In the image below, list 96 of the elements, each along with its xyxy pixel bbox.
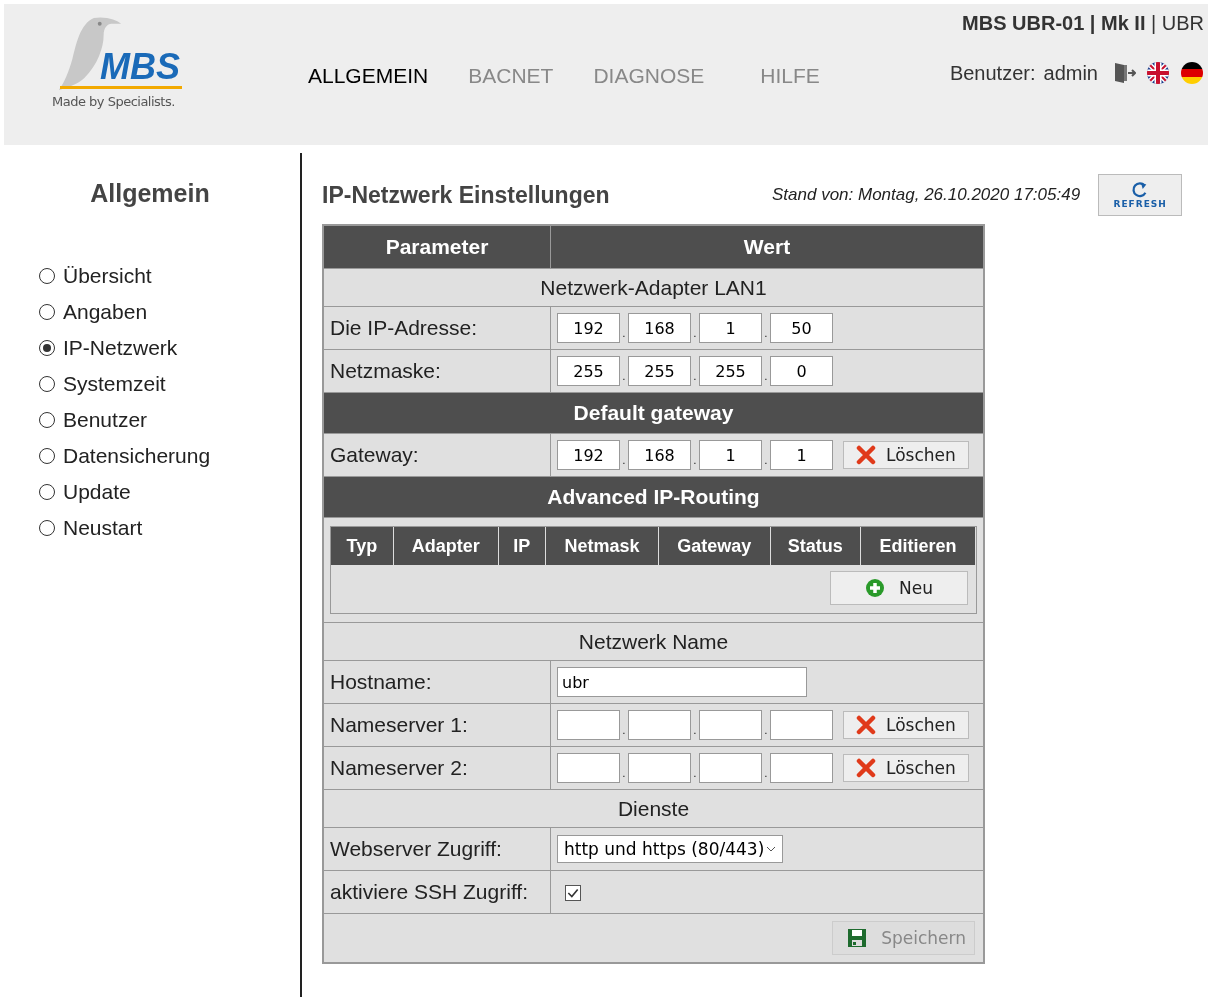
dot-separator: . [692, 328, 698, 339]
sidebar-item-label[interactable]: IP-Netzwerk [63, 336, 178, 360]
checkbox[interactable] [565, 884, 581, 901]
ip-octet-field[interactable]: 255 [699, 356, 762, 386]
radio-button[interactable] [39, 268, 55, 284]
caret-icon [766, 846, 776, 852]
sidebar-item-label[interactable]: Datensicherung [63, 444, 211, 468]
user-label: Benutzer: [949, 61, 1036, 85]
plus-icon [865, 578, 885, 598]
timestamp: Stand von: Montag, 26.10.2020 17:05:49 [772, 185, 1081, 205]
ip-octet-field[interactable] [770, 710, 833, 740]
logo-tagline: Made by Specialists. [52, 94, 175, 109]
ip-octet-field[interactable] [628, 753, 691, 783]
ip-octet-field[interactable] [699, 710, 762, 740]
dot-separator: . [621, 328, 627, 339]
radio-button[interactable] [39, 340, 55, 356]
ip-octet-field[interactable]: 192 [557, 313, 620, 343]
dot-separator: . [692, 768, 698, 779]
column-header: Gateway [658, 527, 771, 565]
floppy-icon [847, 928, 868, 948]
dot-separator: . [621, 768, 627, 779]
cross-icon [856, 445, 876, 465]
parameter-label: Gateway: [323, 433, 551, 477]
ip-octet-field[interactable]: 1 [770, 440, 833, 470]
ip-octet-field[interactable]: 168 [628, 440, 691, 470]
dot-separator: . [692, 371, 698, 382]
dot-separator: . [763, 328, 769, 339]
parameter-label: Nameserver 2: [323, 746, 551, 790]
ip-octet-field[interactable]: 1 [699, 440, 762, 470]
column-header: Typ [331, 527, 394, 565]
dot-separator: . [692, 455, 698, 466]
ip-octet-field[interactable]: 255 [557, 356, 620, 386]
nav-tab[interactable]: ALLGEMEIN [308, 62, 429, 90]
column-header: IP [498, 527, 546, 565]
column-header: Editieren [860, 527, 976, 565]
dot-separator: . [763, 371, 769, 382]
sidebar-item-label[interactable]: Benutzer [63, 408, 148, 432]
delete-button[interactable]: Löschen [843, 441, 969, 469]
cross-icon [856, 715, 876, 735]
ip-octet-field[interactable] [557, 753, 620, 783]
dot-separator: . [763, 725, 769, 736]
parameter-label: Webserver Zugriff: [323, 827, 551, 871]
radio-button[interactable] [39, 304, 55, 320]
dot-separator: . [692, 725, 698, 736]
parameter-label: Nameserver 1: [323, 703, 551, 747]
column-header: Wert [550, 225, 984, 269]
radio-button[interactable] [39, 520, 55, 536]
column-header: Netmask [545, 527, 659, 565]
dot-separator: . [763, 455, 769, 466]
user-name: admin [1043, 61, 1098, 85]
sidebar-item-label[interactable]: Angaben [63, 300, 148, 324]
new-button[interactable]: Neu [830, 571, 968, 605]
sidebar-item-label[interactable]: Update [63, 480, 131, 504]
radio-button[interactable] [39, 448, 55, 464]
parameter-label: Netzmaske: [323, 349, 551, 393]
hostname-field[interactable]: ubr [557, 667, 807, 697]
ip-octet-field[interactable]: 168 [628, 313, 691, 343]
ip-octet-field[interactable] [628, 710, 691, 740]
sidebar-item-label[interactable]: Übersicht [63, 264, 152, 288]
delete-button[interactable]: Löschen [843, 754, 969, 782]
parameter-label: Die IP-Adresse: [323, 306, 551, 350]
parameter-label: Hostname: [323, 660, 551, 704]
column-header: Parameter [323, 225, 551, 269]
dot-separator: . [763, 768, 769, 779]
radio-button[interactable] [39, 484, 55, 500]
logo-brand: MBS [60, 48, 182, 89]
refresh-button[interactable]: REFRESH [1098, 174, 1183, 216]
dot-separator: . [621, 725, 627, 736]
ip-octet-field[interactable]: 192 [557, 440, 620, 470]
sidebar-item-label[interactable]: Neustart [63, 516, 143, 540]
radio-button[interactable] [39, 376, 55, 392]
section-heading: Advanced IP-Routing [323, 476, 984, 518]
device-title: MBS UBR-01 | Mk II | UBR [962, 12, 1204, 35]
webserver-dropdown[interactable]: http und https (80/443) [557, 835, 783, 863]
uk-flag-icon[interactable] [1146, 61, 1170, 85]
ip-octet-field[interactable] [557, 710, 620, 740]
radio-button[interactable] [39, 412, 55, 428]
ip-octet-field[interactable]: 0 [770, 356, 833, 386]
parameter-label: aktiviere SSH Zugriff: [323, 870, 551, 914]
ip-octet-field[interactable]: 255 [628, 356, 691, 386]
german-flag-icon[interactable] [1180, 61, 1204, 85]
section-heading: Default gateway [323, 392, 984, 434]
page-title: IP-Netzwerk Einstellungen [322, 181, 611, 209]
dot-separator: . [621, 455, 627, 466]
logout-icon[interactable] [1112, 61, 1136, 85]
delete-button[interactable]: Löschen [843, 711, 969, 739]
column-header: Adapter [393, 527, 499, 565]
column-header: Status [770, 527, 861, 565]
ip-octet-field[interactable]: 50 [770, 313, 833, 343]
ip-octet-field[interactable]: 1 [699, 313, 762, 343]
cross-icon [856, 758, 876, 778]
dot-separator: . [621, 371, 627, 382]
sidebar-item-label[interactable]: Systemzeit [63, 372, 166, 396]
ip-octet-field[interactable] [770, 753, 833, 783]
sidebar-title: Allgemein [89, 179, 211, 208]
ip-octet-field[interactable] [699, 753, 762, 783]
